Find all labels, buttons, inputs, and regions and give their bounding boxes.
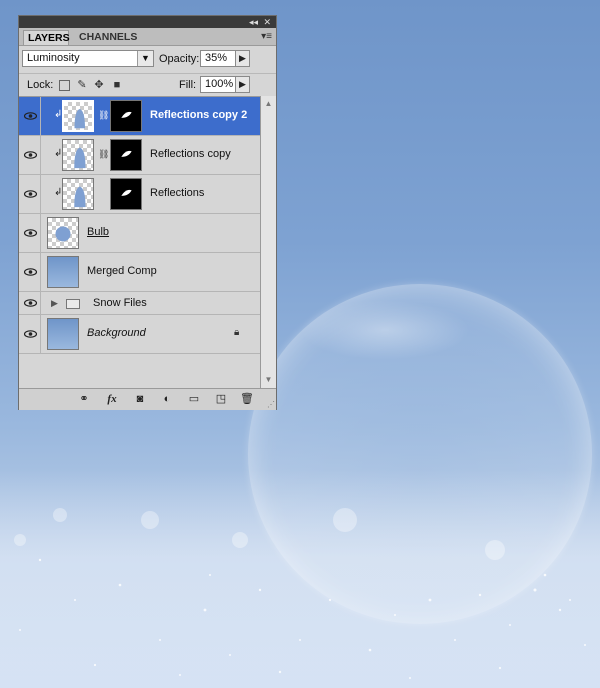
visibility-toggle[interactable] xyxy=(19,97,41,135)
layer-row-reflections[interactable]: ↲ Reflections xyxy=(19,175,260,214)
new-group-icon[interactable]: ▭ xyxy=(186,392,202,406)
layer-name: Reflections copy 2 xyxy=(150,109,248,121)
scroll-up-icon[interactable]: ▲ xyxy=(262,97,275,111)
layer-name: Merged Comp xyxy=(87,265,157,277)
fill-slider-arrow-icon[interactable]: ▶ xyxy=(235,76,250,93)
layer-thumbnail[interactable] xyxy=(47,256,79,288)
layer-mask-thumbnail[interactable] xyxy=(110,178,142,210)
layer-list-scrollbar[interactable]: ▲ ▼ xyxy=(260,96,276,388)
fill-label: Fill: xyxy=(179,79,197,91)
lock-transparent-icon[interactable] xyxy=(59,80,70,91)
lock-paint-icon[interactable]: ✎ xyxy=(76,79,88,91)
scroll-down-icon[interactable]: ▼ xyxy=(262,373,275,387)
eye-icon xyxy=(24,190,37,198)
layer-group-snow-files[interactable]: ▶ Snow Files xyxy=(19,292,260,315)
fx-icon[interactable]: fx xyxy=(103,392,121,406)
layer-name: Reflections xyxy=(150,187,205,199)
new-layer-icon[interactable]: ◳ xyxy=(213,392,229,406)
panel-tabbar: LAYERS CHANNELS ▾≡ xyxy=(19,28,276,46)
opacity-slider-arrow-icon[interactable]: ▶ xyxy=(235,50,250,67)
opacity-label: Opacity: xyxy=(159,53,200,65)
lock-all-icon[interactable]: ■ xyxy=(111,79,123,91)
expand-triangle-icon[interactable]: ▶ xyxy=(51,298,58,309)
trash-icon[interactable]: 🗑︎ xyxy=(239,392,255,406)
layer-name: Snow Files xyxy=(93,297,147,309)
blend-mode-select[interactable]: Luminosity ▼ xyxy=(22,50,154,67)
eye-icon xyxy=(24,330,37,338)
visibility-toggle[interactable] xyxy=(19,315,41,353)
resize-grip-icon[interactable]: ⋰ xyxy=(267,400,275,409)
visibility-toggle[interactable] xyxy=(19,136,41,174)
layer-mask-thumbnail[interactable] xyxy=(110,100,142,132)
layer-row-background[interactable]: Background 🔒︎ xyxy=(19,315,260,354)
visibility-toggle[interactable] xyxy=(19,292,41,314)
layer-thumbnail[interactable] xyxy=(62,100,94,132)
layer-list: ↲ ⛓ Reflections copy 2 ↲ ⛓ Reflections c… xyxy=(19,96,260,389)
layer-name: Reflections copy xyxy=(150,148,231,160)
eye-icon xyxy=(24,268,37,276)
visibility-toggle[interactable] xyxy=(19,175,41,213)
blend-mode-value: Luminosity xyxy=(27,52,80,64)
layer-name: Background xyxy=(87,327,146,339)
fill-field[interactable]: 100% xyxy=(200,76,240,93)
chevron-down-icon[interactable]: ▼ xyxy=(137,51,153,66)
link-icon[interactable]: ⛓ xyxy=(98,110,109,121)
panel-titlebar[interactable]: ◂◂ ✕ xyxy=(19,16,276,28)
lock-label: Lock: xyxy=(27,79,54,91)
layer-row-reflections-copy[interactable]: ↲ ⛓ Reflections copy xyxy=(19,136,260,175)
layer-thumbnail[interactable] xyxy=(47,318,79,350)
panel-bottom-toolbar: ⚭ fx ◙ ◐ ▭ ◳ 🗑︎ ⋰ xyxy=(19,388,276,410)
close-panel-icon[interactable]: ✕ xyxy=(263,17,271,27)
visibility-toggle[interactable] xyxy=(19,253,41,291)
adjustment-layer-icon[interactable]: ◐ xyxy=(159,392,175,406)
tab-layers[interactable]: LAYERS xyxy=(23,30,70,45)
link-layers-icon[interactable]: ⚭ xyxy=(75,392,93,406)
layer-mask-thumbnail[interactable] xyxy=(110,139,142,171)
eye-icon xyxy=(24,151,37,159)
lock-fill-row: Lock: Fill: 100% ▶ xyxy=(19,73,276,96)
layer-name: Bulb xyxy=(87,226,110,238)
lock-icon: 🔒︎ xyxy=(234,327,240,338)
add-mask-icon[interactable]: ◙ xyxy=(132,392,148,406)
layer-thumbnail[interactable] xyxy=(62,178,94,210)
layers-panel: ◂◂ ✕ LAYERS CHANNELS ▾≡ Luminosity ▼ Opa… xyxy=(18,15,277,410)
panel-menu-icon[interactable]: ▾≡ xyxy=(261,31,272,42)
layer-row-merged-comp[interactable]: Merged Comp xyxy=(19,253,260,292)
tab-channels[interactable]: CHANNELS xyxy=(75,30,141,45)
layer-thumbnail[interactable] xyxy=(62,139,94,171)
visibility-toggle[interactable] xyxy=(19,214,41,252)
layer-row-bulb[interactable]: Bulb xyxy=(19,214,260,253)
eye-icon xyxy=(24,229,37,237)
eye-icon xyxy=(24,299,37,307)
collapse-panel-icon[interactable]: ◂◂ xyxy=(249,17,258,27)
lock-position-icon[interactable]: ✥ xyxy=(93,79,105,91)
eye-icon xyxy=(24,112,37,120)
layer-row-reflections-copy-2[interactable]: ↲ ⛓ Reflections copy 2 xyxy=(19,97,260,136)
blend-opacity-row: Luminosity ▼ Opacity: 35% ▶ xyxy=(19,47,276,71)
link-icon[interactable]: ⛓ xyxy=(98,149,109,160)
folder-icon xyxy=(66,299,80,309)
layer-thumbnail[interactable] xyxy=(47,217,79,249)
opacity-field[interactable]: 35% xyxy=(200,50,240,67)
